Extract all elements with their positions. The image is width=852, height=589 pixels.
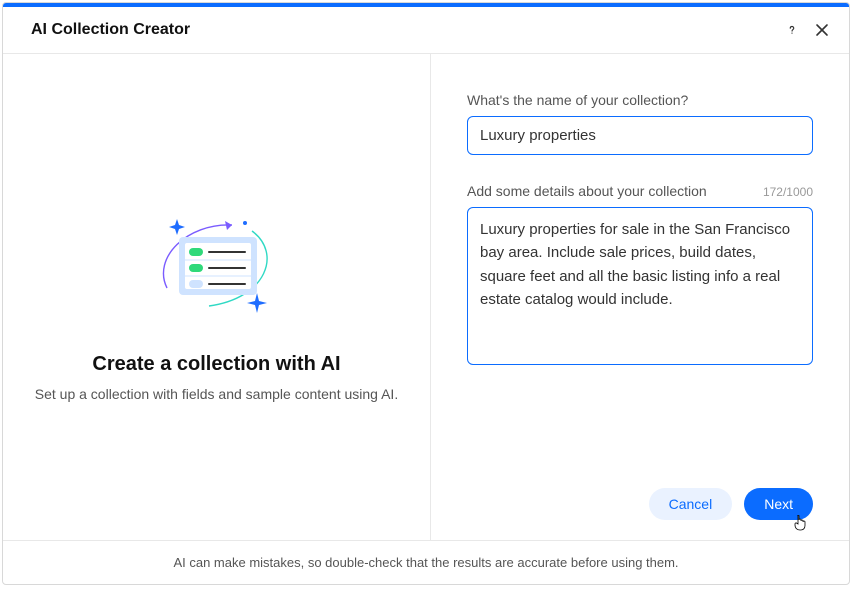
details-label-row: Add some details about your collection 1… (467, 183, 813, 199)
left-subheading: Set up a collection with fields and samp… (35, 386, 398, 402)
collection-details-textarea[interactable] (467, 207, 813, 365)
name-label: What's the name of your collection? (467, 92, 813, 108)
next-button-label: Next (764, 496, 793, 512)
collection-name-input[interactable] (467, 116, 813, 155)
action-buttons: Cancel Next (467, 468, 813, 520)
modal-title: AI Collection Creator (31, 21, 785, 39)
header-icons (785, 23, 829, 37)
right-panel: What's the name of your collection? Add … (431, 54, 849, 540)
modal-footer: AI can make mistakes, so double-check th… (3, 540, 849, 584)
ai-collection-illustration (137, 193, 297, 333)
char-count: 172/1000 (763, 185, 813, 199)
modal-content: Create a collection with AI Set up a col… (3, 54, 849, 540)
modal-container: AI Collection Creator (2, 2, 850, 585)
cursor-pointer-icon (793, 515, 807, 534)
details-label: Add some details about your collection (467, 183, 707, 199)
help-icon[interactable] (785, 23, 799, 37)
next-button[interactable]: Next (744, 488, 813, 520)
close-icon[interactable] (815, 23, 829, 37)
left-panel: Create a collection with AI Set up a col… (3, 54, 431, 540)
modal-header: AI Collection Creator (3, 7, 849, 54)
cancel-button[interactable]: Cancel (649, 488, 733, 520)
footer-disclaimer: AI can make mistakes, so double-check th… (173, 555, 678, 570)
left-heading: Create a collection with AI (92, 353, 340, 376)
